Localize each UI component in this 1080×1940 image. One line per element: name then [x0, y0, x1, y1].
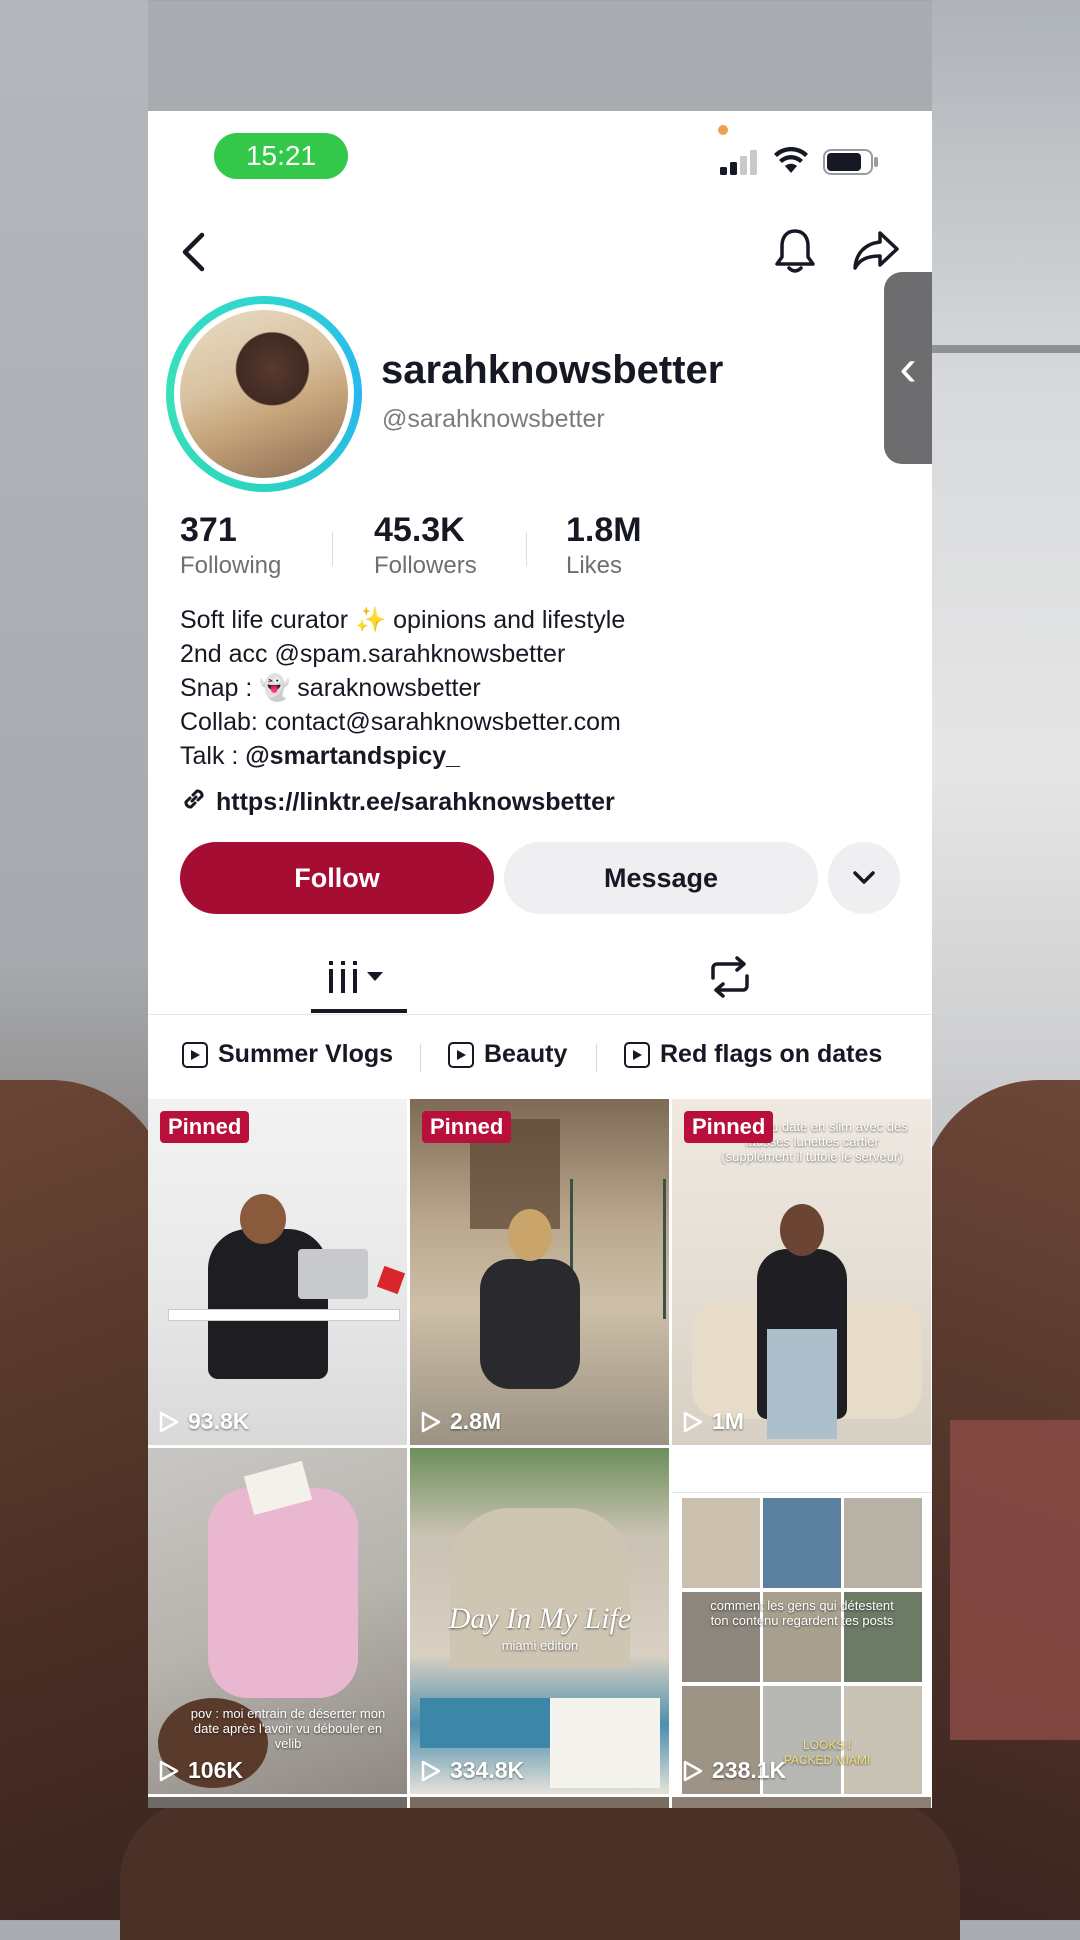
- camera-indicator-dot: [718, 125, 728, 135]
- stat-label: Likes: [566, 552, 623, 579]
- view-count: 2.8M: [420, 1408, 501, 1435]
- play-square-icon: [624, 1041, 650, 1068]
- share-icon[interactable]: [848, 225, 904, 277]
- playlist-summer-vlogs[interactable]: Summer Vlogs: [182, 1040, 393, 1069]
- profile-display-name: sarahknowsbetter: [381, 348, 724, 392]
- playlist-divider: [420, 1044, 421, 1072]
- view-count-text: 238.1K: [712, 1757, 787, 1783]
- videos-grid-icon: [329, 961, 383, 993]
- bio-mention-link[interactable]: @smartandspicy_: [245, 742, 460, 770]
- video-tile[interactable]: Day In My Life miami edition 334.8K: [410, 1448, 669, 1794]
- stat-value: 45.3K: [374, 511, 465, 549]
- play-outline-icon: [159, 1411, 179, 1432]
- bio-line: Snap : 👻 saraknowsbetter: [180, 674, 481, 702]
- video-tile[interactable]: [410, 1797, 669, 1808]
- avatar[interactable]: [166, 296, 362, 492]
- profile-handle: @sarahknowsbetter: [382, 405, 605, 433]
- play-outline-icon: [683, 1411, 703, 1432]
- play-outline-icon: [421, 1411, 441, 1432]
- bio-line: 2nd acc @spam.sarahknowsbetter: [180, 640, 566, 668]
- playlist-divider: [596, 1044, 597, 1072]
- background-shirt: [950, 1420, 1080, 1740]
- link-icon: [180, 785, 208, 820]
- phone-screen: 15:21 ‹ sarahknowsbetter @sarahknowsbett…: [148, 111, 932, 1808]
- background-shelf: [932, 345, 1080, 353]
- video-tile[interactable]: [672, 1797, 931, 1808]
- video-caption: comment les gens qui détestent ton conte…: [710, 1598, 894, 1628]
- video-tile[interactable]: Pinned 93.8K: [148, 1099, 407, 1445]
- follow-button[interactable]: Follow: [180, 842, 494, 914]
- playlist-label: Red flags on dates: [660, 1040, 883, 1068]
- bio-line: Soft life curator ✨ opinions and lifesty…: [180, 606, 626, 634]
- playlist-beauty[interactable]: Beauty: [448, 1040, 567, 1069]
- video-tile[interactable]: [148, 1797, 407, 1808]
- more-options-button[interactable]: [828, 842, 900, 914]
- active-tab-indicator: [311, 1009, 407, 1013]
- tabs-divider: [148, 1014, 932, 1015]
- video-subcaption: LOOKS I PACKED MIAMI: [783, 1738, 871, 1767]
- background-arm-left: [0, 1080, 170, 1920]
- view-count-text: 1M: [712, 1408, 744, 1434]
- profile-link-text: https://linktr.ee/sarahknowsbetter: [216, 788, 615, 816]
- stat-value: 371: [180, 511, 237, 549]
- tab-reposts[interactable]: [690, 949, 770, 1005]
- message-button[interactable]: Message: [504, 842, 818, 914]
- bio-talk-prefix: Talk :: [180, 742, 246, 770]
- playlist-red-flags[interactable]: Red flags on dates: [624, 1040, 882, 1069]
- play-square-icon: [182, 1041, 208, 1068]
- stat-divider: [332, 532, 333, 566]
- bell-icon[interactable]: [770, 223, 820, 279]
- repost-icon: [711, 956, 749, 998]
- status-time: 15:21: [214, 133, 348, 179]
- video-tile[interactable]: pov : moi entrain de déserter mon date a…: [148, 1448, 407, 1794]
- bio-line-talk: Talk : @smartandspicy_: [180, 739, 625, 773]
- playlist-label: Summer Vlogs: [218, 1040, 394, 1068]
- back-chevron-icon[interactable]: [168, 227, 218, 277]
- pinned-badge: Pinned: [160, 1111, 250, 1143]
- view-count-text: 93.8K: [188, 1408, 250, 1434]
- pinned-badge: Pinned: [684, 1111, 774, 1143]
- view-count-text: 106K: [188, 1757, 243, 1783]
- video-tile[interactable]: marque au date en slim avec des fausses …: [672, 1099, 931, 1445]
- profile-link[interactable]: https://linktr.ee/sarahknowsbetter: [180, 785, 615, 820]
- bio-line: Collab: contact@sarahknowsbetter.com: [180, 708, 621, 736]
- play-outline-icon: [159, 1760, 179, 1781]
- stat-following[interactable]: 371 Following: [180, 511, 281, 580]
- view-count: 106K: [158, 1757, 243, 1784]
- chevron-down-icon: [853, 871, 875, 884]
- video-tile[interactable]: comment les gens qui détestent ton conte…: [672, 1448, 931, 1794]
- stat-likes[interactable]: 1.8M Likes: [566, 511, 642, 580]
- play-square-icon: [448, 1041, 474, 1068]
- tab-videos[interactable]: [311, 949, 407, 1005]
- playlist-label: Beauty: [484, 1040, 568, 1068]
- stat-value: 1.8M: [566, 511, 642, 549]
- view-count: 238.1K: [682, 1757, 786, 1784]
- background-hand: [120, 1800, 960, 1940]
- view-count: 93.8K: [158, 1408, 249, 1435]
- view-count: 1M: [682, 1408, 744, 1435]
- side-panel-handle[interactable]: ‹: [884, 272, 932, 464]
- view-count-text: 334.8K: [450, 1757, 525, 1783]
- play-outline-icon: [683, 1760, 703, 1781]
- video-caption: Day In My Life: [448, 1602, 632, 1635]
- bio: Soft life curator ✨ opinions and lifesty…: [180, 603, 625, 773]
- avatar-photo: [180, 310, 348, 478]
- stat-divider: [526, 532, 527, 566]
- view-count: 334.8K: [420, 1757, 524, 1784]
- stat-label: Following: [180, 552, 282, 579]
- battery-icon: [823, 149, 879, 180]
- wifi-icon: [774, 146, 808, 180]
- stat-label: Followers: [374, 552, 477, 579]
- video-tile[interactable]: Pinned 2.8M: [410, 1099, 669, 1445]
- pinned-badge: Pinned: [422, 1111, 512, 1143]
- play-outline-icon: [421, 1760, 441, 1781]
- signal-icon: [720, 149, 762, 180]
- video-caption: pov : moi entrain de déserter mon date a…: [190, 1706, 386, 1751]
- video-subcaption: miami edition: [501, 1638, 579, 1653]
- view-count-text: 2.8M: [450, 1408, 502, 1434]
- stat-followers[interactable]: 45.3K Followers: [374, 511, 477, 580]
- chevron-left-icon: ‹: [899, 339, 917, 397]
